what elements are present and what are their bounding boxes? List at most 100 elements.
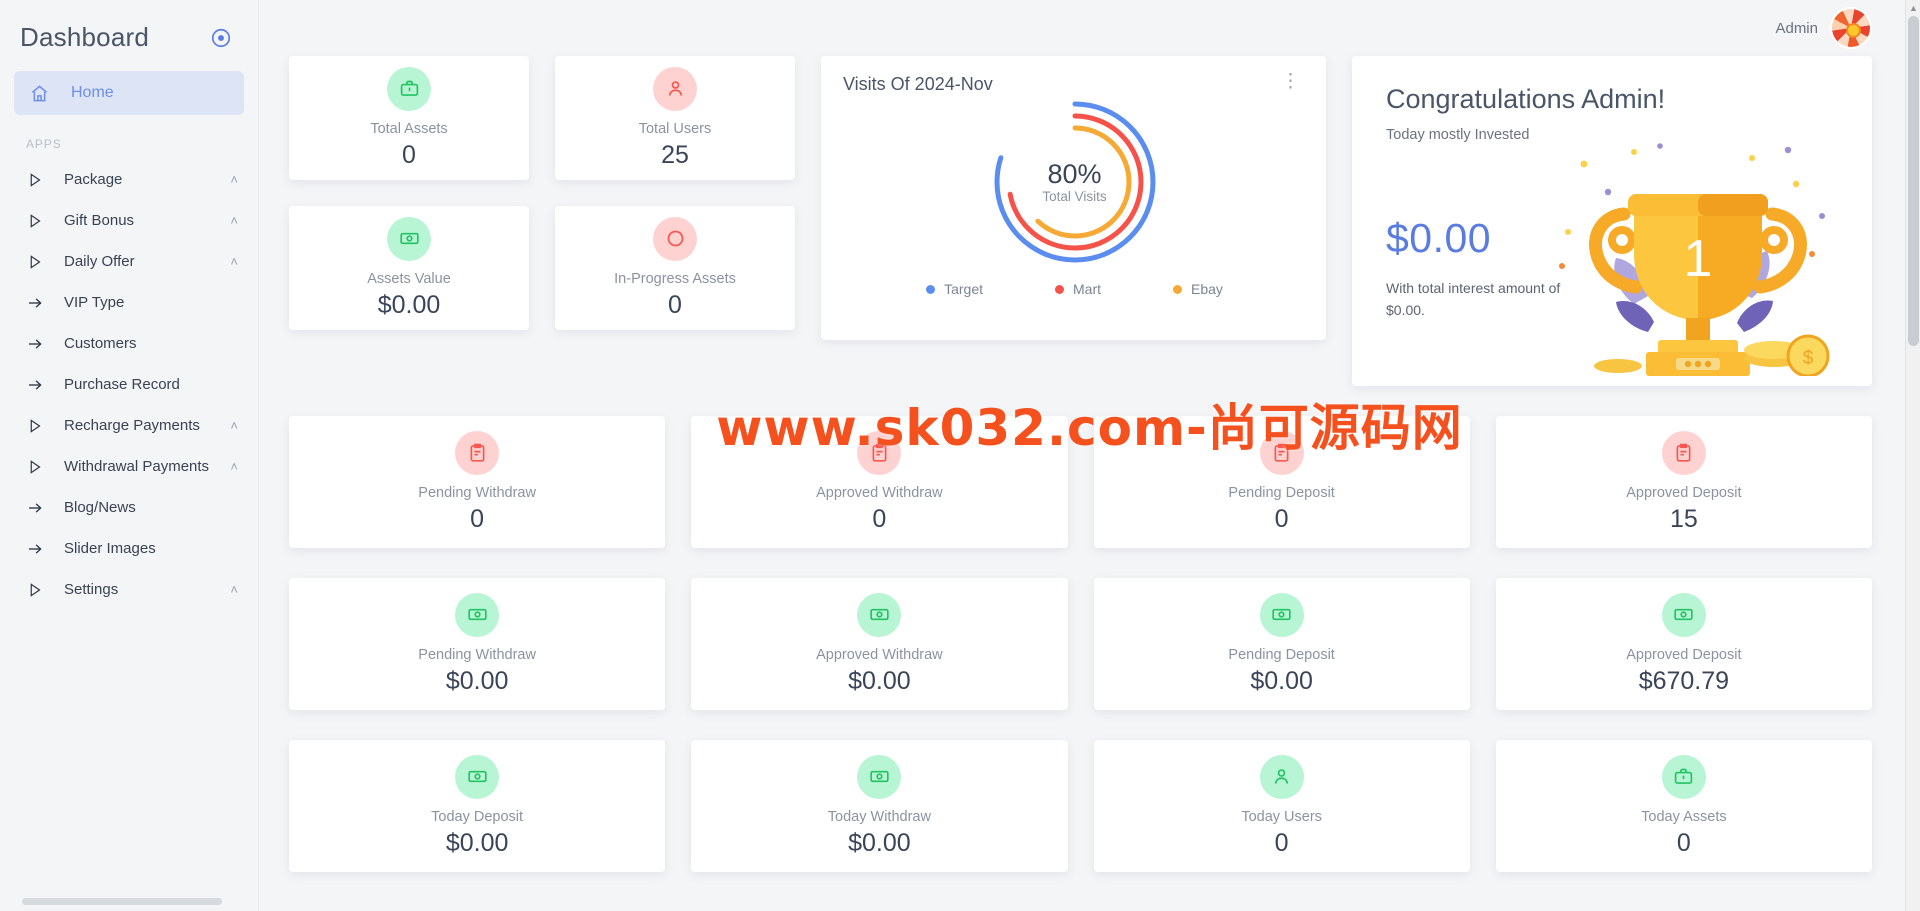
stat-card[interactable]: Approved Withdraw 0	[691, 416, 1068, 548]
top-section: Total Assets 0 Assets Value $0.00 Total …	[289, 56, 1872, 386]
stat-title: Approved Withdraw	[816, 646, 943, 663]
stat-card[interactable]: Assets Value $0.00	[289, 206, 529, 330]
sidebar-item-recharge-payments[interactable]: Recharge Payments ˄	[0, 405, 258, 446]
stat-card[interactable]: Approved Withdraw $0.00	[691, 578, 1068, 710]
money-icon	[1661, 592, 1706, 637]
sidebar-item-package[interactable]: Package ˄	[0, 159, 258, 200]
stat-row-today: Today Deposit $0.00 Today Withdraw $0.00 Tod…	[289, 740, 1872, 872]
sidebar-item-home-label: Home	[71, 84, 114, 101]
user-icon	[653, 66, 697, 111]
stat-title: Total Assets	[370, 120, 448, 137]
chevron-up-icon: ˄	[230, 459, 238, 474]
sidebar-item-label: Customers	[64, 335, 137, 352]
stat-value: $0.00	[445, 666, 509, 695]
stat-title: Pending Deposit	[1228, 484, 1335, 501]
stat-card[interactable]: Total Users 25	[555, 56, 795, 180]
stat-card[interactable]: Today Deposit $0.00	[289, 740, 666, 872]
topbar: Admin	[259, 0, 1920, 56]
sidebar-item-home[interactable]: Home	[14, 71, 244, 115]
stat-title: Today Assets	[1641, 808, 1727, 825]
arrow-right-icon	[26, 376, 44, 394]
sidebar-scrollbar[interactable]	[22, 898, 222, 905]
legend-label: Ebay	[1191, 281, 1223, 297]
legend-item[interactable]: Target	[926, 281, 983, 297]
target-icon[interactable]	[210, 27, 232, 49]
scroll-thumb[interactable]	[1908, 16, 1919, 346]
briefcase-icon	[387, 66, 431, 111]
scroll-up-arrow[interactable]: ▲	[1909, 3, 1918, 13]
stat-card[interactable]: Today Withdraw $0.00	[691, 740, 1068, 872]
stat-card[interactable]: Pending Deposit 0	[1093, 416, 1470, 548]
sidebar-item-blog-news[interactable]: Blog/News	[0, 487, 258, 528]
stat-card[interactable]: Pending Withdraw $0.00	[289, 578, 666, 710]
stat-card[interactable]: Total Assets 0	[289, 56, 529, 180]
money-icon	[387, 216, 431, 261]
chart-header: Visits Of 2024-Nov ⋮	[843, 72, 1306, 95]
stat-value: $670.79	[1638, 666, 1730, 695]
clipboard-icon	[455, 430, 500, 475]
stat-card[interactable]: Approved Deposit $670.79	[1495, 578, 1872, 710]
chevron-up-icon: ˄	[230, 254, 238, 269]
stat-value: $0.00	[848, 828, 911, 857]
play-triangle-icon	[26, 171, 44, 189]
stat-column-2: Total Users 25 In-Progress Assets 0	[555, 56, 795, 330]
donut-percent: 80%	[1047, 159, 1102, 190]
sidebar-item-withdrawal-payments[interactable]: Withdrawal Payments ˄	[0, 446, 258, 487]
sidebar-item-label: Settings	[64, 581, 119, 598]
stat-title: Approved Deposit	[1626, 484, 1742, 501]
stat-card[interactable]: Approved Deposit 15	[1495, 416, 1872, 548]
sidebar-item-gift-bonus[interactable]: Gift Bonus ˄	[0, 200, 258, 241]
stat-value: 0	[1274, 504, 1289, 533]
stat-card[interactable]: Today Users 0	[1093, 740, 1470, 872]
sidebar-item-label: Gift Bonus	[64, 212, 135, 229]
briefcase-icon	[1661, 754, 1706, 799]
donut-label: Total Visits	[1042, 188, 1107, 204]
legend-label: Target	[944, 281, 983, 297]
arrow-right-icon	[26, 294, 44, 312]
stat-card[interactable]: Pending Deposit $0.00	[1093, 578, 1470, 710]
home-icon	[31, 84, 48, 101]
sidebar-brand: Dashboard	[0, 0, 258, 67]
visits-chart-card: Visits Of 2024-Nov ⋮ 80% Total Visits Ta…	[821, 56, 1326, 340]
sidebar-section-label: APPS	[26, 137, 62, 151]
legend-item[interactable]: Ebay	[1173, 281, 1223, 297]
stat-column-1: Total Assets 0 Assets Value $0.00	[289, 56, 529, 330]
kebab-menu-icon[interactable]: ⋮	[1275, 72, 1306, 91]
stat-value: $0.00	[377, 290, 441, 319]
stat-card[interactable]: Pending Withdraw 0	[289, 416, 666, 548]
arrow-right-icon	[26, 335, 44, 353]
stat-card[interactable]: In-Progress Assets 0	[555, 206, 795, 330]
money-icon	[455, 592, 500, 637]
stat-title: Pending Withdraw	[418, 646, 536, 663]
sidebar-item-vip-type[interactable]: VIP Type	[0, 282, 258, 323]
sidebar-item-settings[interactable]: Settings ˄	[0, 569, 258, 610]
dashboard-app: Dashboard Home APPS Package ˄ Gift Bonus ˄ D…	[0, 0, 1920, 911]
legend-item[interactable]: Mart	[1055, 281, 1101, 297]
chevron-up-icon: ˄	[230, 418, 238, 433]
circle-icon	[653, 216, 697, 261]
svg-text:1: 1	[1684, 230, 1713, 288]
sidebar-item-daily-offer[interactable]: Daily Offer ˄	[0, 241, 258, 282]
chevron-up-icon: ˄	[230, 582, 238, 597]
stat-card[interactable]: Today Assets 0	[1495, 740, 1872, 872]
stat-title: Today Withdraw	[827, 808, 931, 825]
stat-title: Today Deposit	[431, 808, 524, 825]
sidebar-item-label: Package	[64, 171, 123, 188]
stat-value: $0.00	[848, 666, 911, 695]
avatar[interactable]	[1832, 9, 1870, 47]
legend-color-dot	[1055, 284, 1064, 294]
stat-title: Pending Deposit	[1228, 646, 1335, 663]
sidebar-item-slider-images[interactable]: Slider Images	[0, 528, 258, 569]
chart-legend: Target Mart Ebay	[843, 281, 1306, 297]
sidebar-item-customers[interactable]: Customers	[0, 323, 258, 364]
stat-title: Approved Deposit	[1626, 646, 1742, 663]
sidebar-item-label: Purchase Record	[64, 376, 180, 393]
page-scrollbar[interactable]: ▲	[1905, 0, 1920, 911]
legend-color-dot	[926, 284, 936, 294]
sidebar-item-purchase-record[interactable]: Purchase Record	[0, 364, 258, 405]
sidebar-nav: Package ˄ Gift Bonus ˄ Daily Offer ˄ VIP Type C…	[0, 159, 258, 610]
stat-value: 0	[1274, 828, 1289, 857]
stat-value: 15	[1669, 504, 1698, 533]
congrats-heading: Congratulations Admin!	[1386, 84, 1666, 114]
congratulations-card: Congratulations Admin! Today mostly Inve…	[1352, 56, 1872, 386]
